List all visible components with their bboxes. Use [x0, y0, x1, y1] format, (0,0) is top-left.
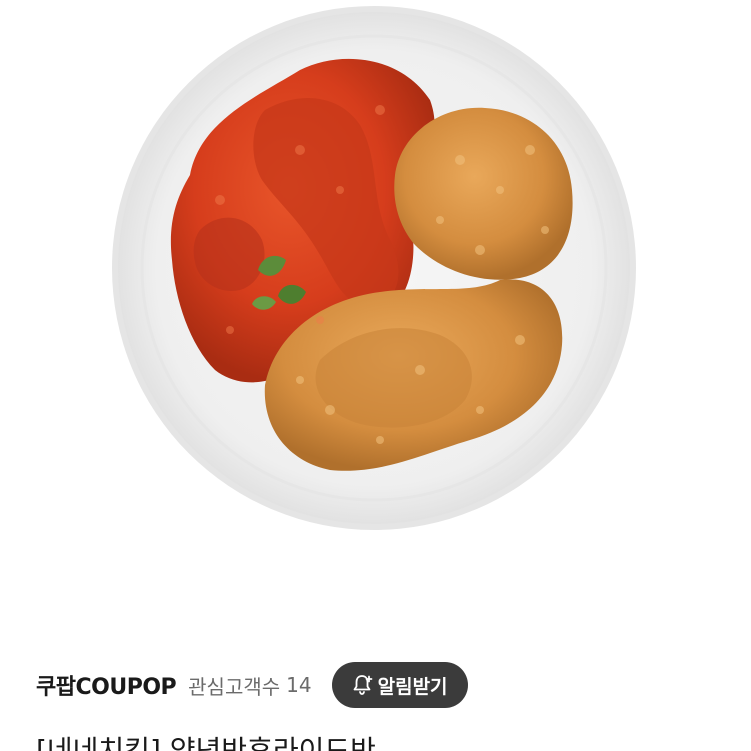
product-image[interactable] [0, 0, 751, 600]
follower-count: 14 [286, 673, 312, 697]
bell-plus-icon [350, 673, 374, 697]
seller-name[interactable]: 쿠팝COUPOP [36, 669, 177, 701]
chicken-plate-photo [112, 6, 636, 530]
product-title: [네네치킨] 양념반후라이드반 [36, 734, 376, 751]
seller-info: 쿠팝COUPOP 관심고객수 14 알림받기 [36, 662, 468, 708]
follower-label: 관심고객수 [188, 674, 281, 699]
notify-button-label: 알림받기 [377, 675, 448, 698]
notify-button[interactable]: 알림받기 [331, 662, 468, 708]
product-detail-page: 쿠팝COUPOP 관심고객수 14 알림받기 [네네치킨] 양념반후라이드반 [0, 0, 751, 751]
